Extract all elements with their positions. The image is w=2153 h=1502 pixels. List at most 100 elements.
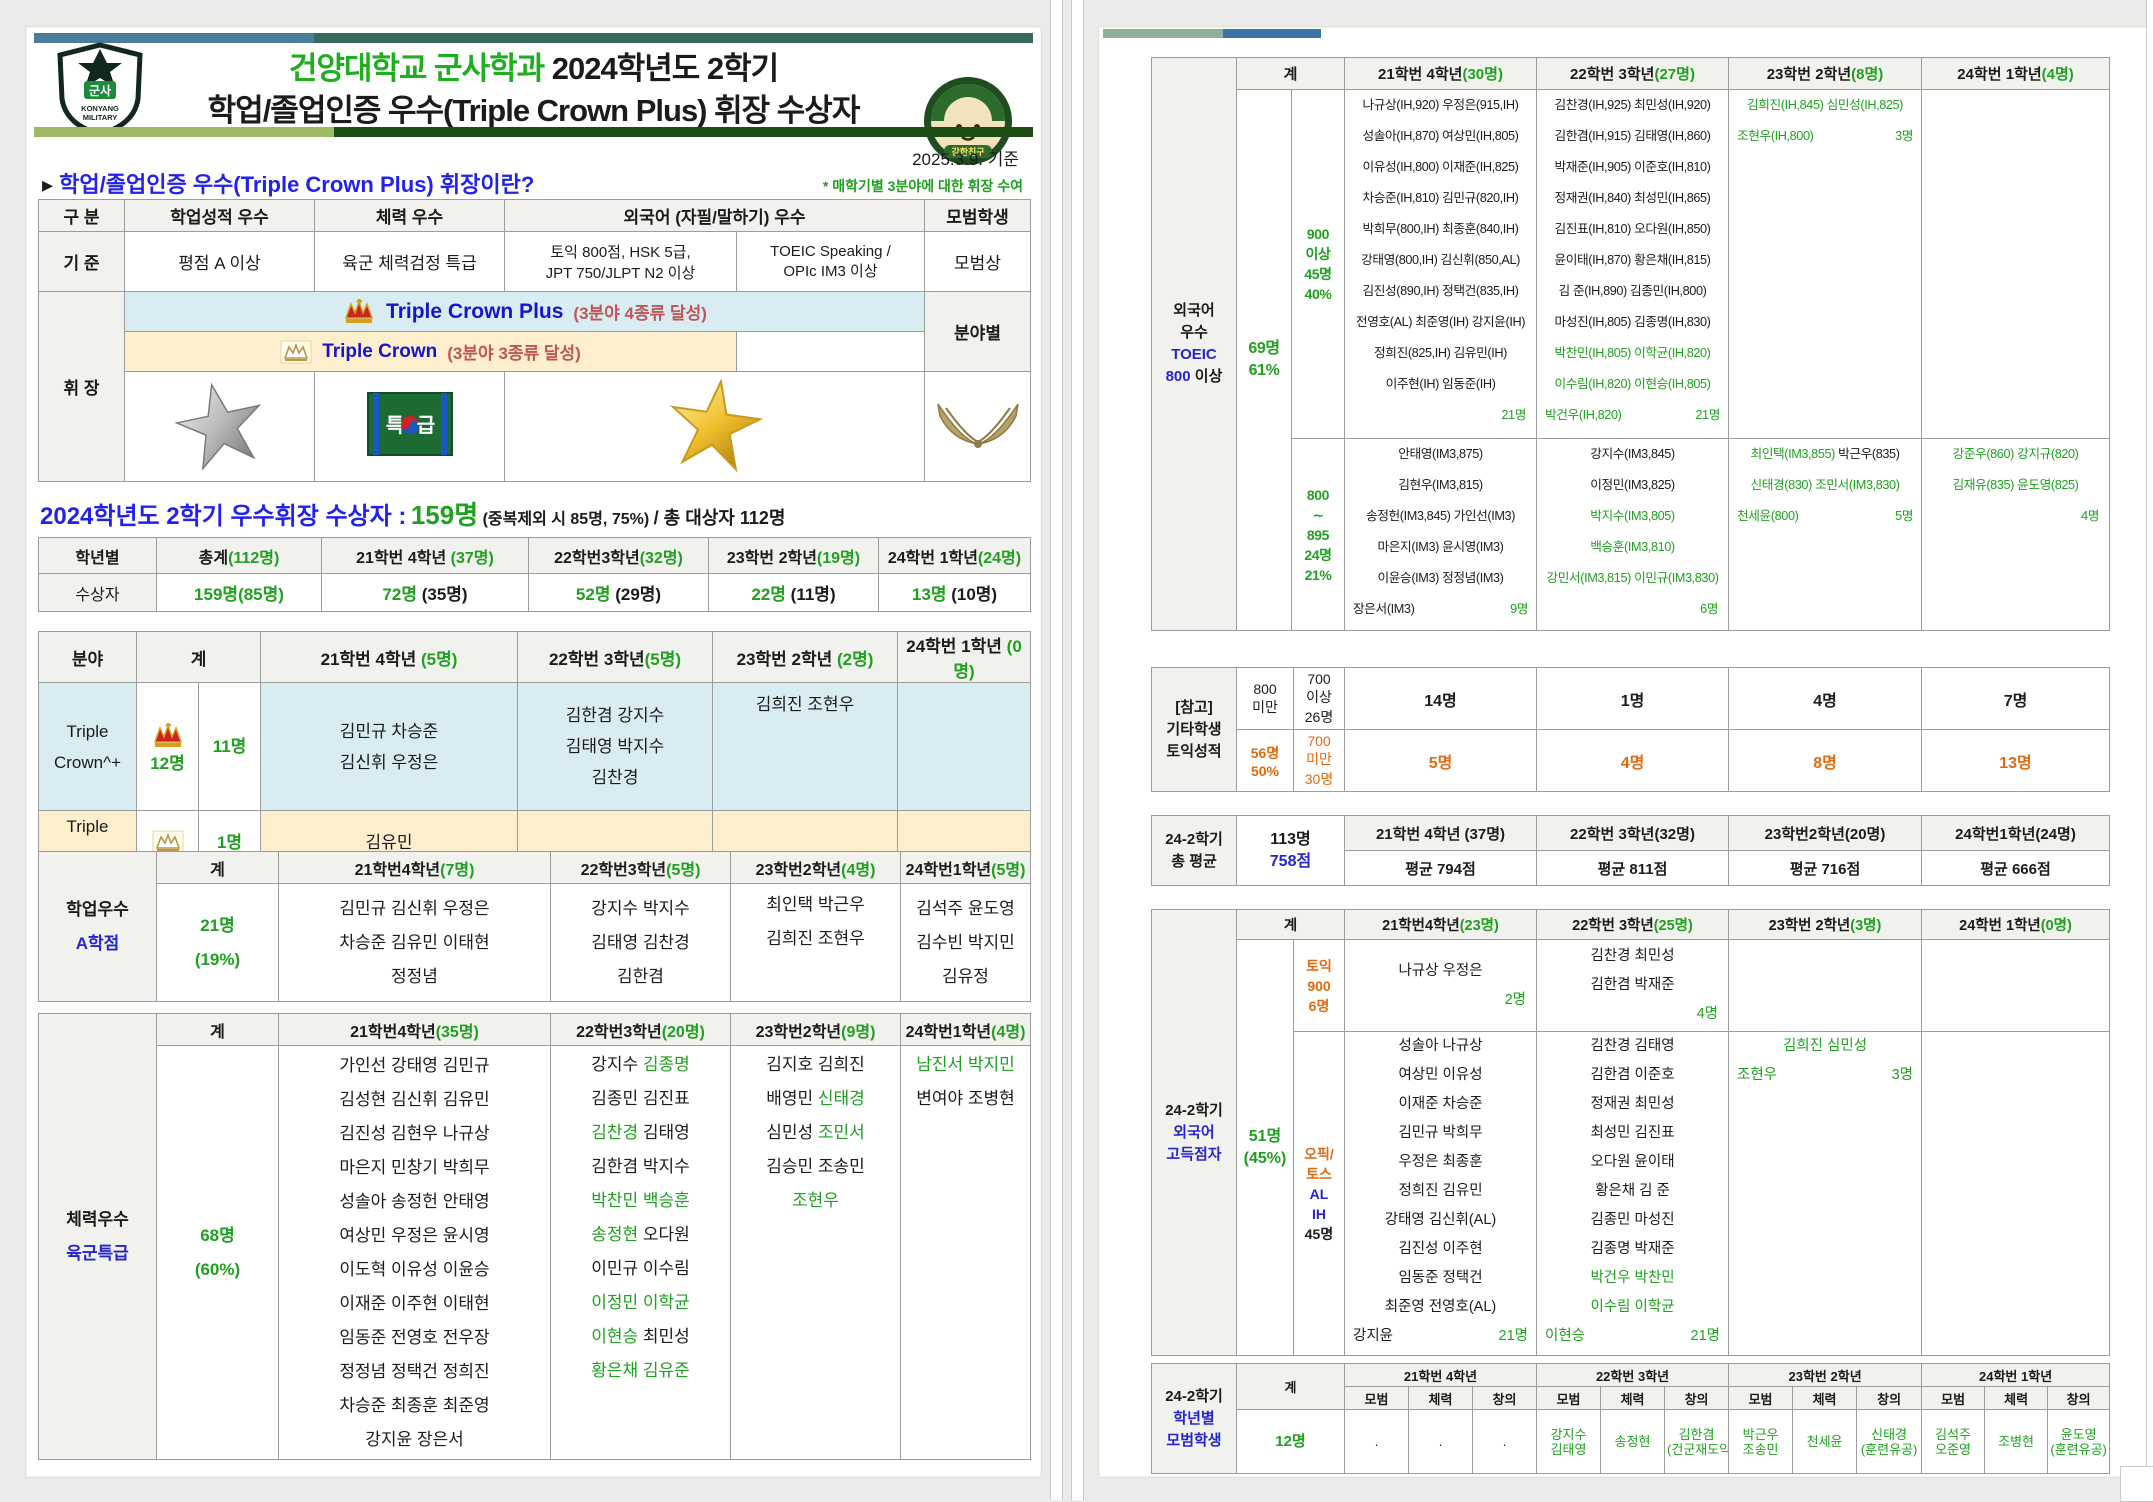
avg-v-y22: 평균 811점 bbox=[1537, 851, 1729, 886]
section2-total-count: 159명 bbox=[411, 500, 478, 530]
header-bar-top bbox=[34, 33, 1033, 43]
hs-total: 51명(45%) bbox=[1237, 940, 1294, 1356]
avg-total: 113명758점 bbox=[1237, 816, 1345, 886]
hs-b1-names-y22: 김찬경 최민성김한겸 박재준4명 bbox=[1537, 940, 1729, 1032]
cat-tcp-icon-cell: 12명 bbox=[137, 683, 199, 811]
academic-h-total: 계 bbox=[157, 852, 279, 884]
toeic-b1-names-y23: 김희진(IH,845) 심민성(IH,825)조현우(IH,800)3명 bbox=[1729, 90, 1922, 439]
avg-h-y22: 22학번 3학년(32명) bbox=[1537, 816, 1729, 851]
cat-h-y23: 23학번 2학년 (2명) bbox=[713, 632, 898, 683]
cat-tcp-names-y23: 김희진 조현우 bbox=[713, 683, 898, 811]
physical-h-y21: 21학번4학년(35명) bbox=[279, 1014, 551, 1046]
academic-h-y23: 23학번2학년(4명) bbox=[731, 852, 901, 884]
awards-summary-table: 학년별 총계(112명) 21학번 4학년 (37명) 22학번3학년(32명)… bbox=[38, 537, 1031, 612]
physical-names-y23: 김지호 김희진배영민 신태경심민성 조민서김승민 조송민조현우 bbox=[731, 1046, 901, 1460]
avg-h-y21: 21학번 4학년 (37명) bbox=[1345, 816, 1537, 851]
standard-academic: 평점 A 이상 bbox=[125, 232, 315, 292]
highscore-label: 24-2학기외국어고득점자 bbox=[1152, 910, 1237, 1356]
physical-total: 68명(60%) bbox=[157, 1046, 279, 1460]
document-page-2: 외국어우수TOEIC800 이상 계 21학번 4학년(30명) 22학번 3학… bbox=[1098, 26, 2152, 1478]
criteria-table: 구 분 학업성적 우수 체력 우수 외국어 (자필/말하기) 우수 모범학생 기… bbox=[38, 199, 1031, 482]
toeic-b1-names-y24 bbox=[1922, 90, 2110, 439]
model-sub-h-y23-2: 창의 bbox=[1857, 1387, 1922, 1410]
bullet-icon: ▸ bbox=[42, 172, 59, 197]
ref-r2-y22: 4명 bbox=[1537, 730, 1729, 792]
summary-y23: 22명 (11명) bbox=[709, 574, 879, 612]
tc-banner-title: Triple Crown bbox=[322, 341, 437, 363]
cat-h-y21: 21학번 4학년 (5명) bbox=[261, 632, 518, 683]
standard-foreign-speaking: TOEIC Speaking /OPIc IM3 이상 bbox=[737, 232, 925, 292]
hs-b2-names-y24 bbox=[1922, 1032, 2110, 1356]
ref-under800-label: 800미만 bbox=[1237, 668, 1294, 730]
summary-y24: 13명 (10명) bbox=[879, 574, 1031, 612]
laurel-wings-badge bbox=[932, 396, 1024, 452]
avg-v-y21: 평균 794점 bbox=[1345, 851, 1537, 886]
academic-names-y23: 최인택 박근우김희진 조현우 bbox=[731, 884, 901, 1002]
academic-h-y22: 22학번3학년(5명) bbox=[551, 852, 731, 884]
crown-plus-icon bbox=[151, 723, 185, 749]
army-special-grade-badge: 특 급 bbox=[367, 392, 453, 456]
ref-r1-y24: 7명 bbox=[1922, 668, 2110, 730]
model-cell-y24-모범: 김석주오준영 bbox=[1922, 1410, 1985, 1474]
ref-r1-y22: 1명 bbox=[1537, 668, 1729, 730]
criteria-row-standard-label: 기 준 bbox=[39, 232, 125, 292]
toeic-b2-names-y23: 최인택(IM3,855) 박근우(835)신태경(830) 조민서(IM3,83… bbox=[1729, 439, 1922, 631]
academic-h-y24: 24학번1학년(5명) bbox=[901, 852, 1031, 884]
badge-gold-star-cell bbox=[505, 372, 925, 482]
model-label: 24-2학기학년별모범학생 bbox=[1152, 1364, 1237, 1474]
standard-foreign-written: 토익 800점, HSK 5급,JPT 750/JLPT N2 이상 bbox=[505, 232, 737, 292]
cat-h-y24: 24학번 1학년 (0명) bbox=[898, 632, 1031, 683]
model-cell-y23-모범: 박근우조송민 bbox=[1729, 1410, 1793, 1474]
physical-h-total: 계 bbox=[157, 1014, 279, 1046]
avg-h-y24: 24학번1학년(24명) bbox=[1922, 816, 2110, 851]
ref-under700-label: 700미만30명 bbox=[1294, 730, 1345, 792]
model-h-y21: 21학번 4학년 bbox=[1345, 1364, 1537, 1387]
summary-total: 159명(85명) bbox=[157, 574, 322, 612]
summary-h-y24: 24학번 1학년(24명) bbox=[879, 538, 1031, 574]
reference-other-students-table: [참고]기타학생토익성적 800미만 700이상26명 14명 1명 4명 7명… bbox=[1151, 667, 2110, 792]
triple-crown-banner: Triple Crown (3분야 3종류 달성) bbox=[125, 332, 737, 372]
model-h-y24: 24학번 1학년 bbox=[1922, 1364, 2110, 1387]
model-sub-h-y22-1: 체력 bbox=[1601, 1387, 1665, 1410]
physical-names-y24: 남진서 박지민변여야 조병현 bbox=[901, 1046, 1031, 1460]
cat-tcp-label: TripleCrown^+ bbox=[39, 683, 137, 811]
academic-total: 21명(19%) bbox=[157, 884, 279, 1002]
hs-h-y24: 24학번 1학년(0명) bbox=[1922, 910, 2110, 940]
physical-names-y22: 강지수 김종명김종민 김진표김찬경 김태영김한겸 박지수박찬민 백승훈송정현 오… bbox=[551, 1046, 731, 1460]
document-canvas: { "accent_colors": {"green":"#1fa01f","b… bbox=[0, 0, 2153, 1500]
model-sub-h-y22-0: 모범 bbox=[1537, 1387, 1601, 1410]
summary-row-label: 수상자 bbox=[39, 574, 157, 612]
criteria-col-physical: 체력 우수 bbox=[315, 200, 505, 232]
criteria-byfield-cell: 분야별 bbox=[925, 292, 1031, 372]
standard-model: 모범상 bbox=[925, 232, 1031, 292]
academic-names-y21: 김민규 김신휘 우정은차승준 김유민 이태현정정념 bbox=[279, 884, 551, 1002]
model-sub-h-y21-2: 창의 bbox=[1473, 1387, 1537, 1410]
semester-average-table: 24-2학기총 평균 113명758점 21학번 4학년 (37명) 22학번 … bbox=[1151, 815, 2110, 886]
model-sub-h-y23-1: 체력 bbox=[1793, 1387, 1857, 1410]
academic-names-y22: 강지수 박지수김태영 김찬경김한겸 bbox=[551, 884, 731, 1002]
avg-label: 24-2학기총 평균 bbox=[1152, 816, 1237, 886]
summary-h-y21: 21학번 4학년 (37명) bbox=[322, 538, 529, 574]
ref-r2-y23: 8명 bbox=[1729, 730, 1922, 792]
ref-r1-y23: 4명 bbox=[1729, 668, 1922, 730]
empty-cell bbox=[737, 332, 925, 372]
summary-y21: 72명 (35명) bbox=[322, 574, 529, 612]
header-bar-bottom bbox=[34, 127, 1033, 137]
hs-b1-names-y23 bbox=[1729, 940, 1922, 1032]
model-sub-h-y21-0: 모범 bbox=[1345, 1387, 1409, 1410]
summary-h-total: 총계(112명) bbox=[157, 538, 322, 574]
criteria-col-foreign: 외국어 (자필/말하기) 우수 bbox=[505, 200, 925, 232]
criteria-row-badge-label: 휘 장 bbox=[39, 292, 125, 482]
summary-h-y23: 23학번 2학년(19명) bbox=[709, 538, 879, 574]
scroll-corner bbox=[2120, 1466, 2153, 1502]
avg-h-y23: 23학번2학년(20명) bbox=[1729, 816, 1922, 851]
toeic-h-y24: 24학번 1학년(4명) bbox=[1922, 58, 2110, 90]
model-cell-y21-모범: . bbox=[1345, 1410, 1409, 1474]
toeic-h-total: 계 bbox=[1237, 58, 1345, 90]
model-h-y23: 23학번 2학년 bbox=[1729, 1364, 1922, 1387]
physical-excellence-table: 체력우수육군특급 계 21학번4학년(35명) 22학번3학년(20명) 23학… bbox=[38, 1013, 1031, 1460]
physical-h-y24: 24학번1학년(4명) bbox=[901, 1014, 1031, 1046]
physical-h-y22: 22학번3학년(20명) bbox=[551, 1014, 731, 1046]
cat-tcp-names-y24 bbox=[898, 683, 1031, 811]
badge-silver-star-cell bbox=[125, 372, 315, 482]
